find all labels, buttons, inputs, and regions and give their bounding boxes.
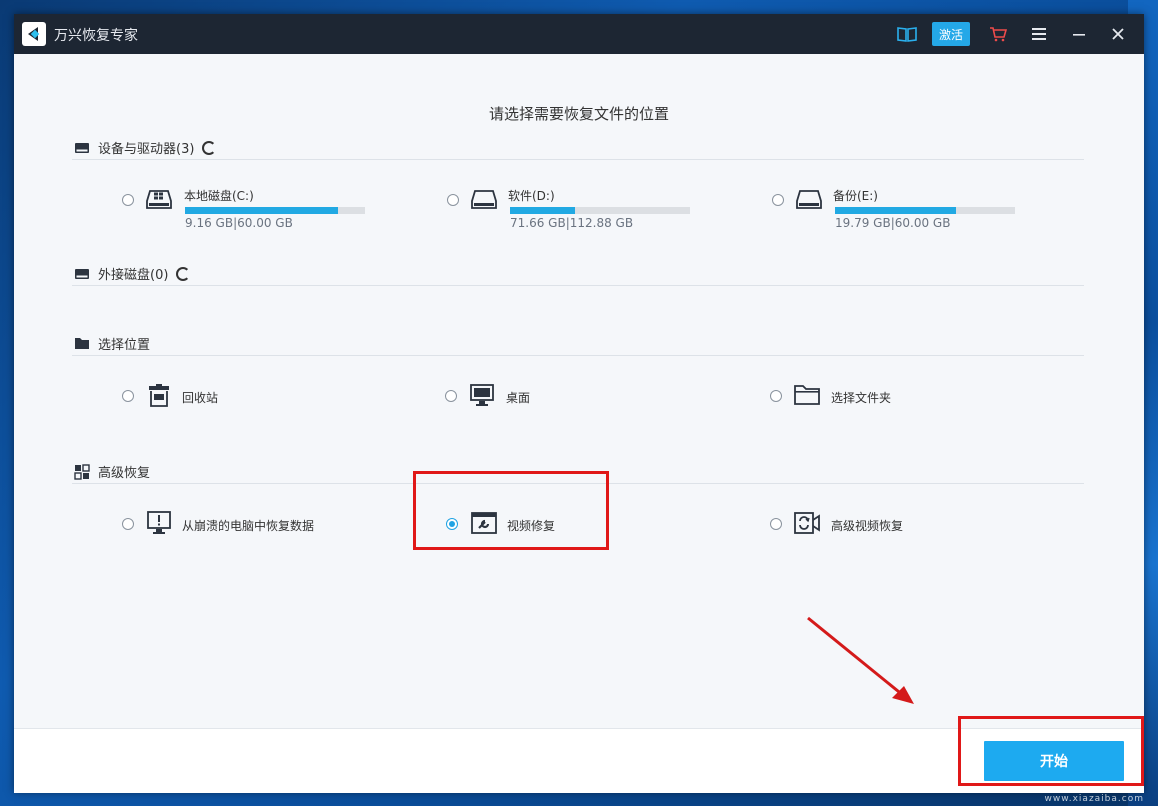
activate-button[interactable]: 激活 xyxy=(932,22,970,46)
close-icon[interactable] xyxy=(1106,14,1130,54)
drive-d-label: 软件(D:) xyxy=(508,189,555,203)
desktop-label: 桌面 xyxy=(506,391,531,405)
app-window: 万兴恢复专家 激活 请选择需要恢复文件的位置 设备与驱动器(3) 本地磁盘(C:… xyxy=(14,14,1144,793)
radio-desktop[interactable] xyxy=(445,390,457,402)
drive-d-usage-bar xyxy=(510,207,690,214)
radio-drive-e[interactable] xyxy=(772,194,784,206)
highlight-box xyxy=(413,471,609,550)
grid-icon xyxy=(74,463,90,480)
section-devices-title: 设备与驱动器(3) xyxy=(98,142,195,157)
drive-d-size: 71.66 GB|112.88 GB xyxy=(510,216,634,230)
app-title: 万兴恢复专家 xyxy=(54,28,138,44)
annotation-arrow xyxy=(807,616,914,704)
section-advanced-header: 高级恢复 xyxy=(74,462,150,481)
radio-recycle-bin[interactable] xyxy=(122,390,134,402)
advanced-video-icon xyxy=(794,511,820,539)
section-devices-header: 设备与驱动器(3) xyxy=(74,138,217,157)
hard-drive-icon xyxy=(796,188,822,214)
advanced-video-label: 高级视频恢复 xyxy=(831,519,904,533)
page-heading: 请选择需要恢复文件的位置 xyxy=(488,105,669,123)
book-icon[interactable] xyxy=(894,14,920,54)
radio-select-folder[interactable] xyxy=(770,390,782,402)
section-location-header: 选择位置 xyxy=(74,334,150,353)
desktop-icon xyxy=(470,384,494,410)
radio-drive-d[interactable] xyxy=(447,194,459,206)
drive-e-size: 19.79 GB|60.00 GB xyxy=(835,216,951,230)
menu-icon[interactable] xyxy=(1027,14,1051,54)
recycle-bin-label: 回收站 xyxy=(182,391,219,405)
refresh-icon[interactable] xyxy=(176,266,191,281)
main-content: 请选择需要恢复文件的位置 设备与驱动器(3) 本地磁盘(C:) 9.16 GB|… xyxy=(14,54,1144,728)
drive-section-icon xyxy=(75,142,89,153)
minimize-icon[interactable] xyxy=(1067,14,1091,54)
drive-c-usage-bar xyxy=(185,207,365,214)
crashed-pc-label: 从崩溃的电脑中恢复数据 xyxy=(182,519,315,533)
section-external-header: 外接磁盘(0) xyxy=(74,264,191,283)
folder-section-icon xyxy=(75,338,89,349)
section-location-title: 选择位置 xyxy=(98,338,151,353)
hard-drive-icon xyxy=(471,188,497,214)
divider xyxy=(72,355,1084,356)
drive-e-label: 备份(E:) xyxy=(833,189,878,203)
folder-icon xyxy=(794,385,820,409)
watermark: www.xiazaiba.com xyxy=(1044,794,1144,804)
drive-c-size: 9.16 GB|60.00 GB xyxy=(185,216,293,230)
cart-icon[interactable] xyxy=(986,14,1010,54)
divider xyxy=(72,285,1084,286)
divider xyxy=(72,159,1084,160)
radio-advanced-video[interactable] xyxy=(770,518,782,530)
refresh-icon[interactable] xyxy=(202,140,217,155)
drive-e-usage-bar xyxy=(835,207,1015,214)
select-folder-label: 选择文件夹 xyxy=(831,391,892,405)
crashed-pc-icon xyxy=(147,511,171,539)
drive-c-label: 本地磁盘(C:) xyxy=(184,189,254,203)
title-bar: 万兴恢复专家 激活 xyxy=(14,14,1144,54)
radio-crashed-pc[interactable] xyxy=(122,518,134,530)
windows-drive-icon xyxy=(146,188,172,214)
radio-drive-c[interactable] xyxy=(122,194,134,206)
app-logo-icon xyxy=(22,22,46,46)
highlight-box xyxy=(958,716,1144,786)
recycle-bin-icon xyxy=(148,384,170,412)
external-drive-icon xyxy=(75,268,89,279)
section-external-title: 外接磁盘(0) xyxy=(98,268,169,283)
section-advanced-title: 高级恢复 xyxy=(98,466,151,481)
